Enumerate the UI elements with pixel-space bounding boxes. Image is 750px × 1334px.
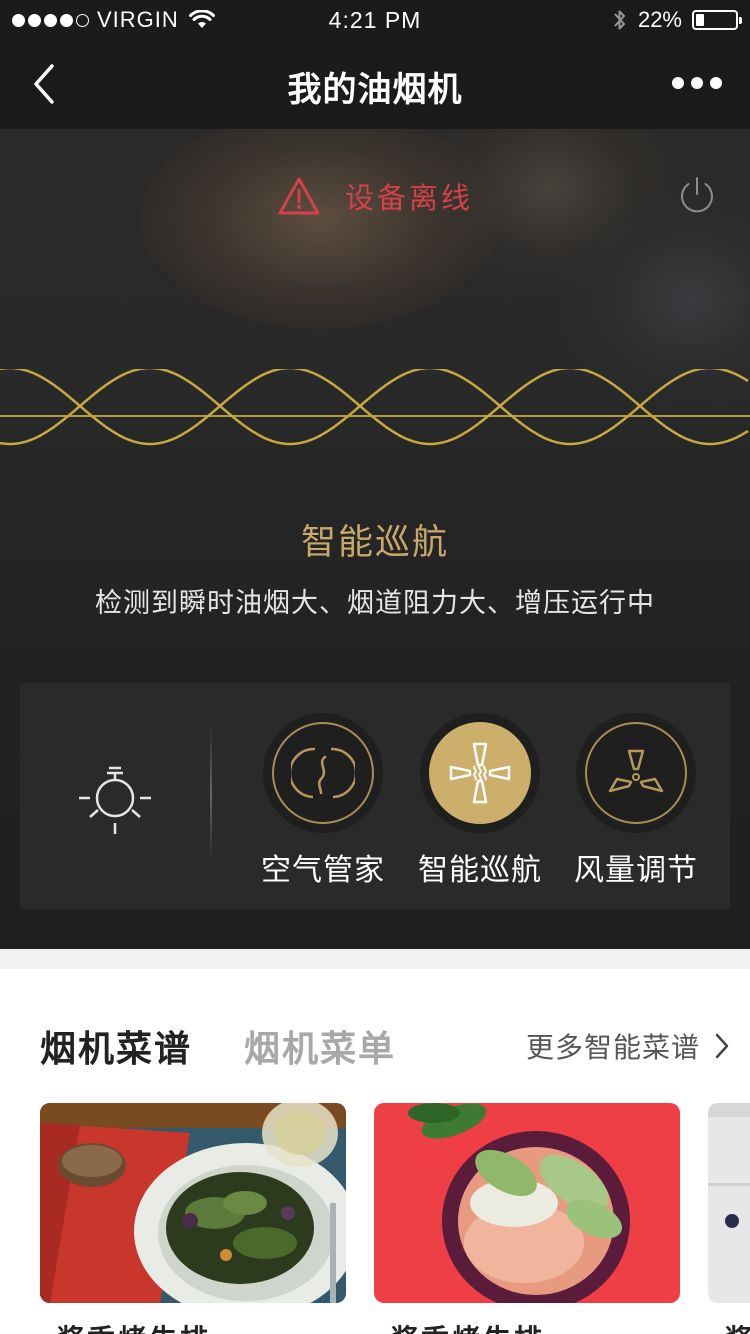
recipe-card[interactable]	[708, 1103, 750, 1303]
chevron-right-icon	[715, 1033, 729, 1059]
mode-air-manager-button[interactable]: 空气管家	[258, 713, 388, 893]
offline-status-text: 设备离线	[344, 181, 473, 215]
light-toggle-button[interactable]	[70, 751, 160, 841]
bluetooth-icon	[614, 10, 625, 30]
more-button[interactable]	[672, 68, 722, 98]
tab-hood-menu[interactable]: 烟机菜单	[244, 1020, 396, 1072]
battery-icon	[692, 10, 742, 30]
current-mode-title: 智能巡航	[300, 523, 449, 563]
salad-plate-photo	[40, 1103, 346, 1303]
power-icon	[681, 177, 713, 213]
smart-cruise-icon	[449, 742, 511, 804]
more-dots-icon	[672, 77, 684, 89]
power-button[interactable]	[676, 175, 718, 217]
recipe-tabs: 烟机菜谱 烟机菜单	[40, 1020, 396, 1072]
current-mode-description: 检测到瞬时油烟大、烟道阻力大、增压运行中	[95, 588, 655, 619]
tab-hood-recipes[interactable]: 烟机菜谱	[40, 1020, 192, 1072]
recipe-card-title: 酱香烤牛排	[390, 1318, 545, 1334]
mode-icon-circle	[585, 722, 687, 824]
mode-label: 空气管家	[261, 853, 385, 888]
recipe-card[interactable]	[40, 1103, 346, 1303]
section-divider	[0, 949, 750, 969]
air-manager-icon	[291, 747, 355, 799]
status-right: 22%	[612, 7, 742, 33]
page-title: 我的油烟机	[287, 70, 463, 110]
mode-label: 智能巡航	[418, 853, 542, 888]
more-recipes-link[interactable]: 更多智能菜谱	[526, 1026, 730, 1066]
noodle-bowl-photo	[374, 1103, 680, 1303]
mode-fan-speed-button[interactable]: 风量调节	[571, 713, 701, 893]
navigation-bar: 我的油烟机	[0, 40, 750, 129]
more-recipes-label: 更多智能菜谱	[525, 1031, 700, 1064]
control-panel: 空气管家 智能巡航 风量调节	[20, 683, 730, 909]
battery-level	[696, 14, 704, 26]
status-bar: VIRGIN 4:21 PM 22%	[0, 0, 750, 40]
mode-smart-cruise-button[interactable]: 智能巡航	[415, 713, 545, 893]
light-bulb-icon	[79, 766, 151, 834]
warning-icon	[278, 177, 320, 215]
recipe-card-title: 酱	[724, 1318, 750, 1334]
mode-label: 风量调节	[574, 853, 698, 888]
recipe-card-title: 酱香烤牛排	[56, 1318, 211, 1334]
fan-icon	[608, 749, 664, 793]
panel-divider	[210, 723, 212, 863]
recipe-card[interactable]	[374, 1103, 680, 1303]
device-status: 设备离线	[0, 175, 750, 217]
device-panel: 设备离线 智能巡航 检测到瞬时油烟大、烟道阻力大、增压运行中 空气管家 智能巡航…	[0, 129, 750, 949]
airflow-wave-graphic	[0, 369, 750, 446]
battery-percent: 22%	[637, 7, 682, 32]
mode-icon-circle	[429, 722, 531, 824]
mode-icon-circle	[272, 722, 374, 824]
white-plate-photo	[708, 1103, 750, 1303]
